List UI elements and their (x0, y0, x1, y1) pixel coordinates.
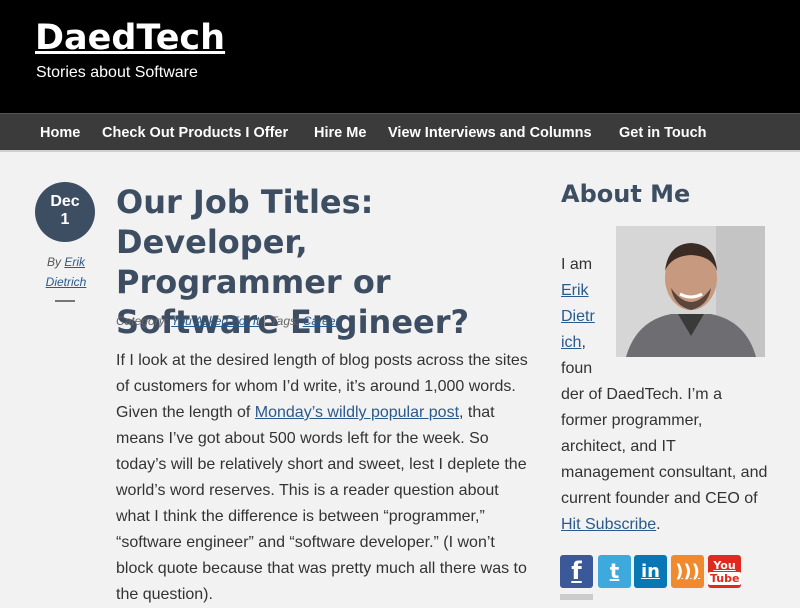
site-tagline: Stories about Software (36, 64, 198, 81)
youtube-tube: Tube (708, 572, 742, 585)
mondays-post-link[interactable]: Monday’s wildly popular post (255, 404, 459, 421)
about-me-title: About Me (561, 180, 691, 208)
about-me-text: I am Erik Dietr ich, foun der of DaedTech. I’… (561, 252, 771, 538)
tags-label: Tags: (270, 314, 300, 328)
rss-icon[interactable]: ))) (671, 555, 704, 588)
facebook-icon[interactable]: f (560, 555, 593, 588)
site-title-link[interactable]: DaedTech (35, 18, 225, 58)
post-paragraph-part-2: , that means I’ve got about 500 words le… (116, 404, 527, 603)
about-rest: der of DaedTech. I’m a former programmer… (561, 386, 768, 507)
youtube-icon[interactable]: You Tube (708, 555, 742, 588)
author-link-last[interactable]: Dietrich (46, 275, 87, 289)
byline-divider (55, 300, 75, 302)
author-link-first[interactable]: Erik (64, 255, 85, 269)
post-meta: Category: You Asked For It Tags: Career (116, 314, 340, 329)
post-date-month: Dec (50, 193, 80, 210)
nav-item-products[interactable]: Check Out Products I Offer (102, 125, 288, 141)
about-i-am: I am (561, 256, 593, 273)
about-comma: , (581, 334, 586, 351)
nav-item-home[interactable]: Home (40, 125, 80, 141)
meta-separator (264, 315, 266, 329)
about-foun: foun (561, 360, 593, 377)
post-date-day: 1 (60, 211, 70, 228)
linkedin-icon[interactable]: in (634, 555, 667, 588)
about-name-link-1[interactable]: Erik (561, 282, 589, 299)
about-end: . (656, 516, 661, 533)
byline-prefix: By (46, 255, 61, 269)
post-date-badge: Dec 1 (35, 182, 95, 242)
nav-item-hire-me[interactable]: Hire Me (314, 125, 366, 141)
main-nav: Home Check Out Products I Offer Hire Me … (0, 113, 800, 152)
tag-link[interactable]: Career (303, 314, 340, 328)
youtube-you: You (713, 559, 736, 572)
nav-item-interviews[interactable]: View Interviews and Columns (388, 125, 592, 141)
nav-item-contact[interactable]: Get in Touch (619, 125, 707, 141)
post-byline: By Erik Dietrich (40, 252, 92, 292)
category-label: Category: (116, 314, 169, 328)
about-name-link-2[interactable]: Dietr (561, 308, 595, 325)
twitter-icon[interactable]: t (598, 555, 631, 588)
hit-subscribe-link[interactable]: Hit Subscribe (561, 516, 656, 533)
category-link[interactable]: You Asked For It (171, 314, 259, 328)
about-name-link-3[interactable]: ich (561, 334, 581, 351)
site-header: DaedTech Stories about Software (0, 0, 800, 113)
post-body: If I look at the desired length of blog … (116, 348, 531, 608)
social-icon-partial[interactable] (560, 594, 593, 600)
